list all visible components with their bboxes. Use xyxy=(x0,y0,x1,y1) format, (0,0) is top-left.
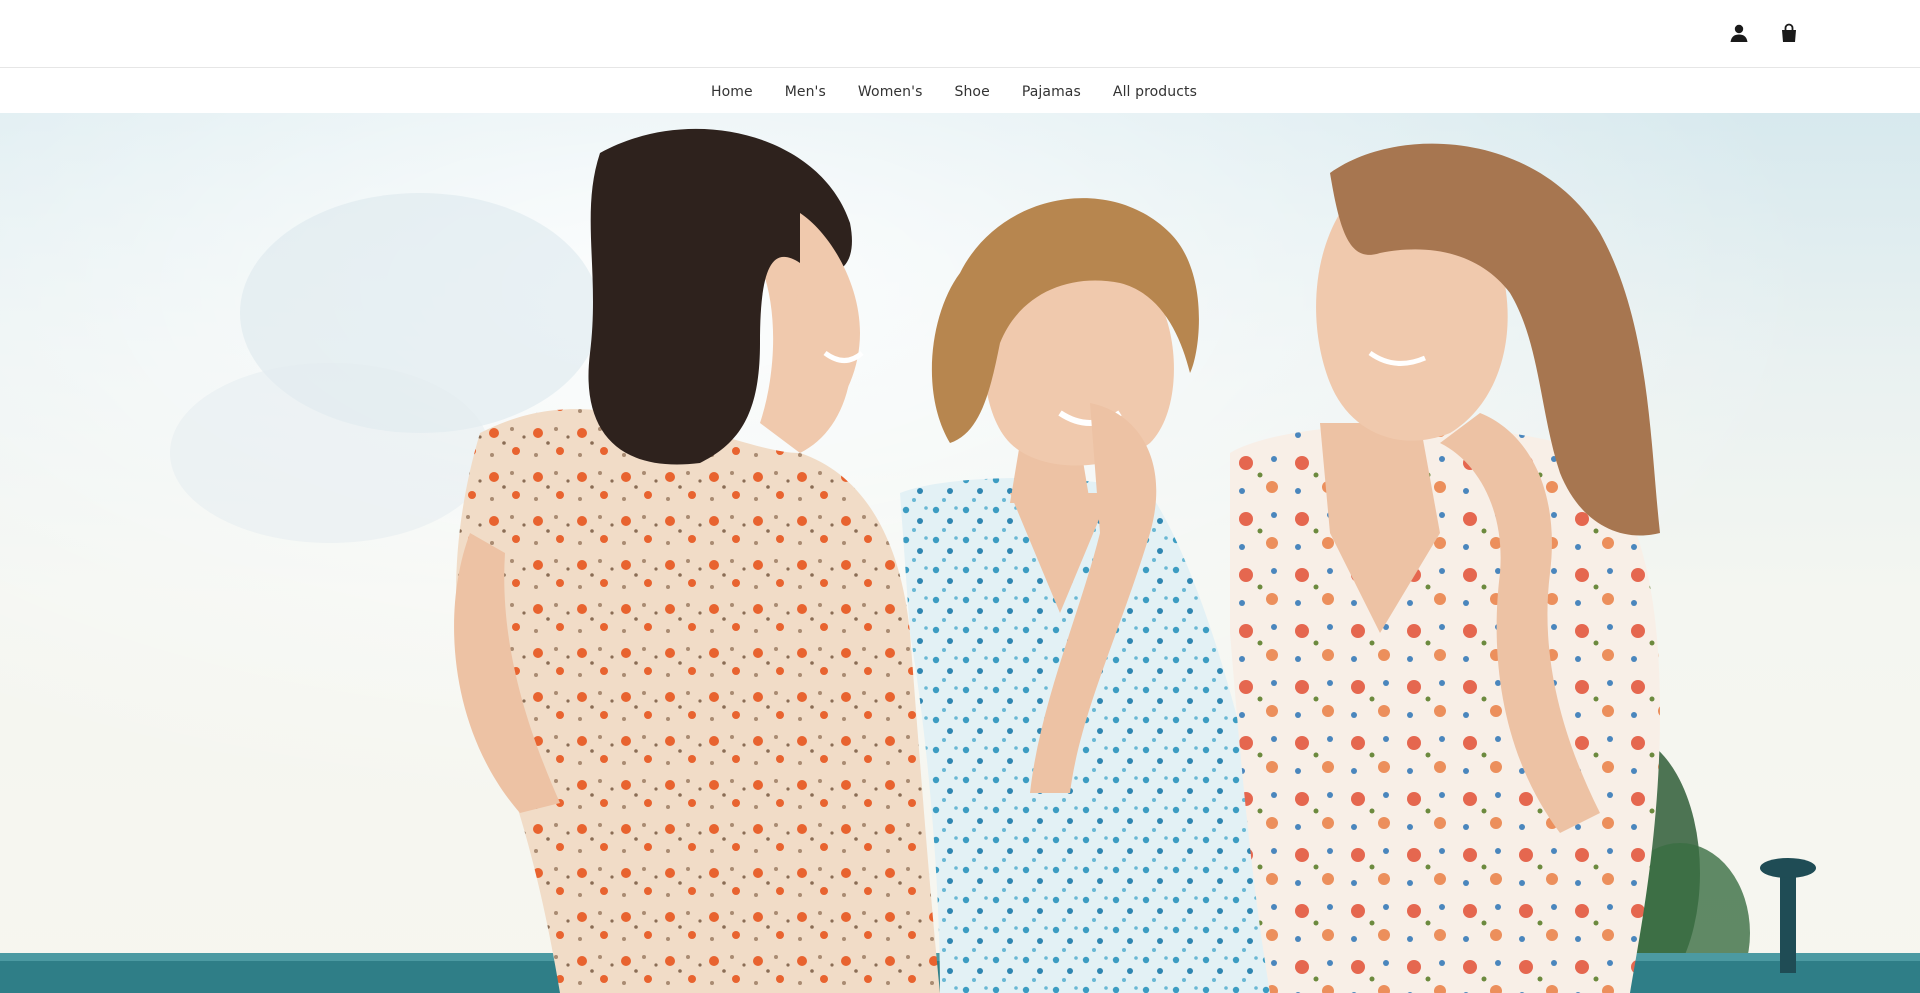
nav-list: Home Men's Women's Shoe Pajamas All prod… xyxy=(711,81,1197,100)
header-actions xyxy=(1727,21,1801,45)
shopping-bag-icon xyxy=(1782,23,1796,42)
hero-banner[interactable] xyxy=(0,113,1920,993)
main-navigation: Home Men's Women's Shoe Pajamas All prod… xyxy=(0,68,1920,113)
site-header xyxy=(0,0,1920,68)
cart-button[interactable] xyxy=(1777,21,1801,45)
hero-image xyxy=(0,113,1920,993)
nav-item-shoe[interactable]: Shoe xyxy=(954,84,989,100)
nav-item-all-products[interactable]: All products xyxy=(1113,84,1197,100)
nav-item-pajamas[interactable]: Pajamas xyxy=(1022,84,1081,100)
nav-item-womens[interactable]: Women's xyxy=(858,84,923,100)
account-button[interactable] xyxy=(1727,21,1751,45)
nav-item-home[interactable]: Home xyxy=(711,84,753,100)
user-icon xyxy=(1730,24,1748,42)
nav-item-mens[interactable]: Men's xyxy=(785,84,826,100)
